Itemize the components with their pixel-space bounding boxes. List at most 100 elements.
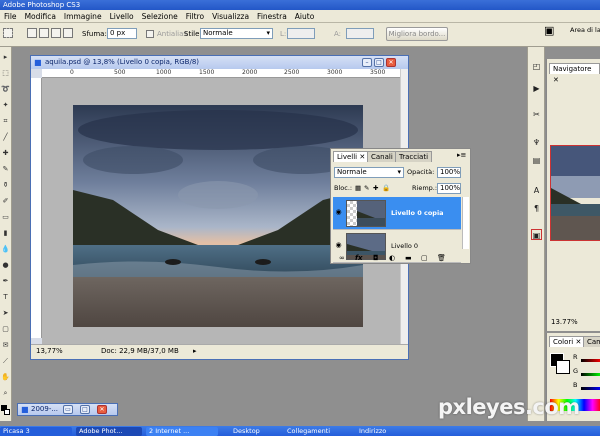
channel-g-slider[interactable] <box>581 373 600 376</box>
intersect-selection-icon[interactable] <box>63 28 73 38</box>
taskbar-item-links[interactable]: Collegamenti <box>284 427 346 436</box>
pen-icon[interactable]: ✒ <box>1 277 10 286</box>
zoom-icon[interactable]: ⌕ <box>1 389 10 398</box>
tab-tracciati[interactable]: Tracciati <box>395 151 433 162</box>
magic-wand-icon[interactable]: ✦ <box>1 101 10 110</box>
healing-icon[interactable]: ✚ <box>1 149 10 158</box>
lock-pixels-icon[interactable]: ✎ <box>364 184 369 193</box>
menu-livello[interactable]: Livello <box>106 10 138 23</box>
slice-icon[interactable]: ╱ <box>1 133 10 142</box>
close-button[interactable]: ✕ <box>386 58 396 67</box>
layer-comps-icon[interactable]: ▣ <box>531 229 542 240</box>
add-selection-icon[interactable] <box>39 28 49 38</box>
blend-mode-select[interactable]: Normale ▾ <box>334 167 404 178</box>
lock-position-icon[interactable]: ✚ <box>373 184 378 193</box>
background-color-swatch[interactable] <box>4 409 10 415</box>
fx-button[interactable]: fx <box>355 253 363 263</box>
tab-livelli[interactable]: Livelli ✕ <box>333 151 370 162</box>
channel-r-slider[interactable] <box>581 359 600 362</box>
navigator-icon[interactable]: ◰ <box>531 61 542 72</box>
channel-b-slider[interactable] <box>581 387 600 390</box>
style-select[interactable]: Normale ▾ <box>200 28 273 39</box>
hand-icon[interactable]: ✋ <box>1 373 10 382</box>
antialias-checkbox[interactable] <box>146 30 154 38</box>
histogram-icon[interactable]: ▶ <box>531 83 542 94</box>
subtract-selection-icon[interactable] <box>51 28 61 38</box>
zoom-level[interactable]: 13,77% <box>36 345 63 358</box>
navigator-thumbnail[interactable] <box>550 145 600 241</box>
group-folder-icon[interactable]: ▬ <box>405 253 412 263</box>
tab-canali[interactable]: Canali <box>367 151 397 162</box>
brushes-icon[interactable]: ♆ <box>531 137 542 148</box>
clone-source-icon[interactable]: ▤ <box>531 155 542 166</box>
tab-colori[interactable]: Colori ✕ <box>549 336 586 347</box>
horizontal-ruler[interactable]: 0 500 1000 1500 2000 2500 3000 3500 <box>42 69 400 78</box>
dodge-icon[interactable]: ● <box>1 261 10 270</box>
tools-preset-icon[interactable]: ✂ <box>531 109 542 120</box>
tab-navigator[interactable]: Navigatore ✕ <box>549 63 600 84</box>
stamp-icon[interactable]: ⚱ <box>1 181 10 190</box>
taskbar-item-desktop[interactable]: Desktop <box>230 427 276 436</box>
menu-selezione[interactable]: Selezione <box>138 10 182 23</box>
menu-file[interactable]: File <box>0 10 21 23</box>
info-arrow-icon[interactable]: ▸ <box>193 345 197 358</box>
eye-icon[interactable]: ◉ <box>334 208 343 217</box>
gradient-icon[interactable]: ▮ <box>1 229 10 238</box>
menu-immagine[interactable]: Immagine <box>60 10 106 23</box>
workspace-icon[interactable]: ▣ <box>544 25 554 36</box>
layer-row-livello-0-copia[interactable]: ◉ Livello 0 copia <box>333 197 461 230</box>
adjustment-icon[interactable]: ◐ <box>389 253 395 263</box>
refine-edge-button[interactable]: Migliora bordo... <box>386 27 448 41</box>
canvas-image[interactable] <box>73 105 363 327</box>
document-title-bar[interactable]: ■ aquila.psd @ 13,8% (Livello 0 copia, R… <box>31 56 408 69</box>
character-icon[interactable]: A <box>531 185 542 196</box>
taskbar-item-address[interactable]: Indirizzo <box>356 427 416 436</box>
lasso-icon[interactable]: ➰ <box>1 85 10 94</box>
eye-icon[interactable]: ◉ <box>334 241 343 250</box>
type-icon[interactable]: T <box>1 293 10 302</box>
menu-filtro[interactable]: Filtro <box>182 10 208 23</box>
brush-icon[interactable]: ✎ <box>1 165 10 174</box>
lock-all-icon[interactable]: 🔒 <box>382 184 390 193</box>
restore-button[interactable]: ▭ <box>63 405 73 414</box>
workspace-label[interactable]: Area di lavoro <box>570 26 600 35</box>
paragraph-icon[interactable]: ¶ <box>531 203 542 214</box>
vertical-ruler[interactable] <box>31 78 42 338</box>
fill-input[interactable]: 100% <box>437 183 461 194</box>
marquee-icon[interactable]: ⬚ <box>1 69 10 78</box>
mask-icon[interactable]: ◘ <box>373 253 379 263</box>
maximize-button[interactable]: □ <box>374 58 384 67</box>
feather-input[interactable]: 0 px <box>107 28 137 39</box>
height-input[interactable] <box>346 28 374 39</box>
new-layer-icon[interactable]: ▢ <box>421 253 428 263</box>
tab-campioni[interactable]: Cam <box>583 336 600 347</box>
notes-icon[interactable]: ✉ <box>1 341 10 350</box>
taskbar-item-photoshop[interactable]: Adobe Phot... <box>76 427 142 436</box>
opacity-input[interactable]: 100% <box>437 167 461 178</box>
eraser-icon[interactable]: ▭ <box>1 213 10 222</box>
menu-finestra[interactable]: Finestra <box>253 10 291 23</box>
marquee-tool-icon[interactable] <box>3 28 13 38</box>
minimize-button[interactable]: – <box>362 58 372 67</box>
background-color[interactable] <box>556 360 570 374</box>
link-layers-icon[interactable]: ∞ <box>339 253 345 263</box>
menu-modifica[interactable]: Modifica <box>21 10 60 23</box>
layers-scrollbar[interactable] <box>462 197 469 249</box>
width-input[interactable] <box>287 28 315 39</box>
path-select-icon[interactable]: ➤ <box>1 309 10 318</box>
shape-icon[interactable]: ▢ <box>1 325 10 334</box>
lock-transparency-icon[interactable]: ▦ <box>355 184 361 193</box>
eyedropper-icon[interactable]: ⟋ <box>1 357 10 366</box>
minimized-document[interactable]: ■ 2009-... ▭ □ ✕ <box>17 403 118 416</box>
close-button[interactable]: ✕ <box>97 405 107 414</box>
menu-aiuto[interactable]: Aiuto <box>291 10 319 23</box>
taskbar-item-internet[interactable]: 2 Internet ... <box>146 427 218 436</box>
history-brush-icon[interactable]: ✐ <box>1 197 10 206</box>
navigator-zoom[interactable]: 13.77% <box>551 318 578 326</box>
menu-visualizza[interactable]: Visualizza <box>208 10 253 23</box>
crop-icon[interactable]: ⌗ <box>1 117 10 126</box>
panel-menu-icon[interactable]: ▸≡ <box>457 151 466 159</box>
move-tool-icon[interactable]: ▸ <box>1 53 10 62</box>
trash-icon[interactable]: 🗑 <box>437 253 446 263</box>
taskbar-item-picasa[interactable]: Picasa 3 <box>0 427 72 436</box>
